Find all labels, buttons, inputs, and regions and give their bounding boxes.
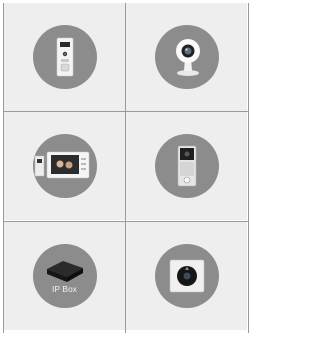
product-circle: IP Box <box>32 244 97 308</box>
ip-box-label: IP Box <box>52 284 77 294</box>
video-doorbell-icon <box>177 145 196 187</box>
product-grid: IP Box <box>3 3 249 333</box>
doorbell-panel-icon <box>56 37 73 77</box>
product-cell-peephole-viewer[interactable] <box>126 222 247 330</box>
product-circle <box>154 25 219 89</box>
product-circle <box>154 244 219 308</box>
product-circle <box>154 134 219 198</box>
column-divider <box>125 3 126 333</box>
product-circle <box>32 134 97 198</box>
product-cell-video-intercom[interactable] <box>4 112 125 220</box>
peephole-viewer-icon <box>169 259 204 293</box>
product-cell-ip-camera[interactable] <box>126 3 247 111</box>
ip-box-icon <box>46 261 83 282</box>
product-circle <box>32 25 97 89</box>
product-cell-ip-box[interactable]: IP Box <box>4 222 125 330</box>
product-cell-doorbell-panel[interactable] <box>4 3 125 111</box>
video-intercom-monitor-icon <box>34 151 89 179</box>
ip-camera-icon <box>175 39 200 76</box>
product-cell-video-doorbell[interactable] <box>126 112 247 220</box>
